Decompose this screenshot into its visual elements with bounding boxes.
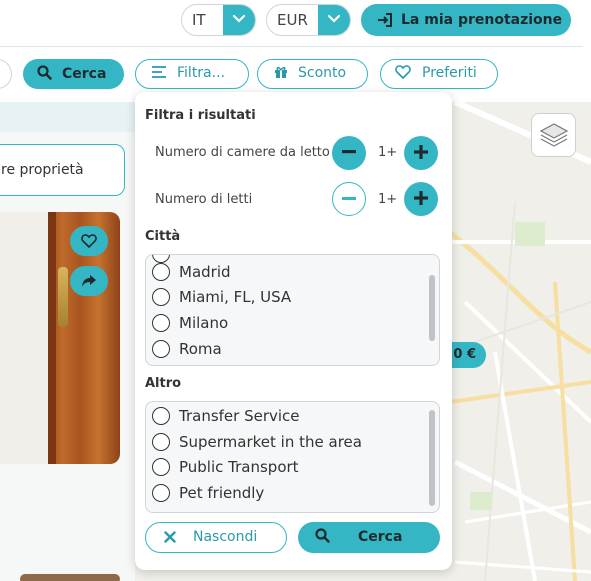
city-option-label: Madrid [179,263,231,281]
city-option-label: Milano [179,314,229,332]
next-property-card-edge [20,574,120,581]
door-frame-image [48,212,56,464]
beds-value: 1+ [378,192,398,207]
radio-button-icon[interactable] [152,407,170,425]
city-list-scrollbar[interactable] [429,275,435,341]
chevron-down-icon[interactable] [223,5,255,35]
properties-label: re proprietà [1,162,84,178]
city-option-label: Miami, FL, USA [179,288,292,306]
login-icon [377,4,393,36]
other-option-public-transport[interactable]: Public Transport [152,455,299,479]
card-share-button[interactable] [70,266,108,296]
filter-button[interactable]: Filtra... [135,59,249,89]
other-option-pet-friendly[interactable]: Pet friendly [152,481,264,505]
currency-select[interactable]: EUR [266,4,351,36]
hide-filters-button[interactable]: Nascondi [145,522,287,553]
listing-panel-bottom [0,464,135,581]
other-option-label: Transfer Service [179,407,300,425]
search-icon [315,522,330,553]
minus-icon [342,139,356,164]
search-field-edge[interactable] [0,59,12,89]
city-section-title: Città [145,229,181,244]
beds-label: Numero di letti [155,192,253,207]
other-option-label: Public Transport [179,458,299,476]
radio-button-icon[interactable] [152,433,170,451]
close-icon [164,523,176,551]
my-booking-button[interactable]: La mia prenotazione [361,4,571,36]
heart-icon [81,231,97,250]
property-photo [0,212,50,464]
city-option-madrid[interactable]: Madrid [152,260,231,284]
apply-filters-search-button[interactable]: Cerca [298,522,440,553]
my-booking-label: La mia prenotazione [401,12,563,28]
city-options-list[interactable]: Madrid Miami, FL, USA Milano Roma [145,254,440,366]
plus-icon [414,139,428,164]
price-marker-label: 0 € [453,347,476,362]
bedrooms-increment-button[interactable] [404,136,438,170]
radio-button-icon[interactable] [152,340,170,358]
properties-button[interactable]: re proprietà [0,144,125,196]
bedrooms-decrement-button[interactable] [332,136,366,170]
radio-button-icon[interactable] [152,288,170,306]
search-icon [37,59,52,89]
city-option-milano[interactable]: Milano [152,311,228,335]
favorites-button[interactable]: Preferiti [380,59,498,89]
gift-icon [274,60,288,87]
city-option-roma[interactable]: Roma [152,337,222,361]
filter-lines-icon [151,60,167,87]
radio-button-icon[interactable] [152,314,170,332]
share-icon [81,271,97,290]
listing-header-strip [0,102,135,132]
other-option-label: Supermarket in the area [179,433,362,451]
other-option-supermarket[interactable]: Supermarket in the area [152,430,362,454]
other-options-list[interactable]: Transfer Service Supermarket in the area… [145,401,440,513]
language-value: IT [192,11,206,29]
door-handle-image [58,267,68,327]
beds-increment-button[interactable] [404,182,438,216]
other-list-scrollbar[interactable] [429,410,435,506]
discount-button[interactable]: Sconto [257,59,368,89]
discount-label: Sconto [298,65,347,81]
apply-filters-search-label: Cerca [358,529,403,545]
city-option-label: Roma [179,340,222,358]
language-select[interactable]: IT [181,4,256,36]
bedrooms-value: 1+ [378,145,398,160]
minus-icon [342,186,356,211]
hide-filters-label: Nascondi [193,529,258,545]
other-option-label: Pet friendly [179,484,265,502]
city-option-miami[interactable]: Miami, FL, USA [152,285,291,309]
favorites-label: Preferiti [422,65,477,81]
card-favorite-button[interactable] [70,226,108,256]
bedrooms-label: Numero di camere da letto [155,145,330,160]
filter-panel-title: Filtra i risultati [145,108,256,123]
layers-icon [532,123,577,162]
chevron-down-icon[interactable] [318,5,350,35]
filter-label: Filtra... [177,65,225,81]
radio-button-icon[interactable] [152,458,170,476]
other-section-title: Altro [145,376,182,391]
currency-value: EUR [277,11,308,29]
other-option-transfer-service[interactable]: Transfer Service [152,404,300,428]
search-button[interactable]: Cerca [23,59,124,89]
radio-button-icon[interactable] [152,484,170,502]
map-layers-button[interactable] [531,113,576,157]
plus-icon [414,185,428,210]
search-label: Cerca [62,66,107,82]
beds-decrement-button[interactable] [332,182,366,216]
heart-icon [395,60,411,87]
radio-button-icon[interactable] [152,263,170,281]
